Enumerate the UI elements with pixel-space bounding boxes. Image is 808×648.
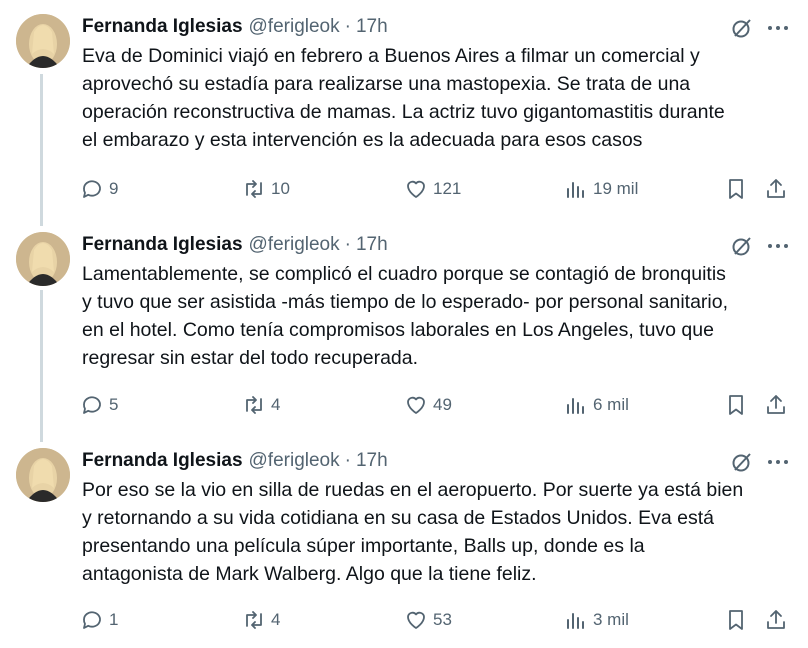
reply-count: 1 [109, 610, 119, 629]
share-button[interactable] [764, 605, 788, 635]
reply-icon [83, 396, 101, 414]
author-name[interactable]: Fernanda Iglesias [82, 450, 243, 472]
share-button[interactable] [764, 390, 788, 420]
repost-button[interactable]: 4 [242, 390, 280, 420]
views-button[interactable]: 3 mil [564, 605, 629, 635]
reply-count: 9 [109, 179, 119, 198]
reply-button[interactable]: 1 [80, 605, 118, 635]
repost-button[interactable]: 4 [242, 605, 280, 635]
reply-count: 5 [109, 395, 119, 414]
repost-icon [246, 396, 262, 414]
views-button[interactable]: 6 mil [564, 390, 629, 420]
like-count: 121 [433, 179, 462, 198]
more-icon[interactable] [764, 16, 792, 40]
reply-icon [83, 611, 101, 629]
share-button[interactable] [764, 174, 788, 204]
heart-icon [407, 396, 425, 414]
repost-button[interactable]: 10 [242, 174, 290, 204]
bookmark-button[interactable] [724, 605, 748, 635]
views-count: 3 mil [593, 610, 629, 629]
views-count: 19 mil [593, 179, 639, 198]
repost-icon [246, 611, 262, 629]
author-name[interactable]: Fernanda Iglesias [82, 16, 243, 38]
repost-count: 4 [271, 395, 281, 414]
author-handle[interactable]: @ferigleok [249, 234, 340, 256]
bookmark-button[interactable] [724, 174, 748, 204]
timestamp[interactable]: 17h [356, 234, 388, 256]
views-icon [567, 613, 584, 629]
like-button[interactable]: 49 [404, 390, 452, 420]
tweet-text: Lamentablemente, se complicó el cuadro p… [82, 263, 729, 369]
bookmark-button[interactable] [724, 390, 748, 420]
share-icon [767, 179, 785, 198]
repost-count: 10 [271, 179, 290, 198]
heart-icon [407, 180, 425, 198]
bookmark-icon [729, 610, 743, 630]
share-icon [767, 610, 785, 629]
timestamp[interactable]: 17h [356, 450, 388, 472]
reply-button[interactable]: 5 [80, 390, 118, 420]
avatar[interactable] [16, 448, 70, 502]
like-count: 49 [433, 395, 452, 414]
repost-icon [246, 180, 262, 198]
timestamp[interactable]: 17h [356, 16, 388, 38]
reply-icon [83, 180, 101, 198]
tweet-header: Fernanda Iglesias @ferigleok · 17h [82, 448, 388, 474]
tweet-actions: 9 10 121 19 mil [0, 174, 808, 204]
more-icon[interactable] [764, 234, 792, 258]
views-count: 6 mil [593, 395, 629, 414]
bookmark-icon [729, 179, 743, 199]
like-count: 53 [433, 610, 452, 629]
avatar-image [16, 14, 70, 68]
tweet-text: Eva de Dominici viajó en febrero a Bueno… [82, 45, 725, 151]
views-button[interactable]: 19 mil [564, 174, 638, 204]
separator: · [344, 450, 351, 471]
reply-button[interactable]: 9 [80, 174, 118, 204]
bookmark-icon [729, 395, 743, 415]
like-button[interactable]: 53 [404, 605, 452, 635]
separator: · [344, 234, 351, 255]
avatar[interactable] [16, 14, 70, 68]
tweet-text: Por eso se la vio en silla de ruedas en … [82, 479, 744, 585]
thread: Fernanda Iglesias @ferigleok · 17h Eva d… [0, 0, 808, 648]
like-button[interactable]: 121 [404, 174, 461, 204]
repost-count: 4 [271, 610, 281, 629]
separator: · [344, 16, 351, 37]
tweet-header: Fernanda Iglesias @ferigleok · 17h [82, 14, 388, 40]
author-handle[interactable]: @ferigleok [249, 16, 340, 38]
views-icon [567, 182, 584, 198]
grok-icon[interactable] [730, 234, 754, 258]
avatar-image [16, 448, 70, 502]
author-name[interactable]: Fernanda Iglesias [82, 234, 243, 256]
views-icon [567, 398, 584, 414]
more-icon[interactable] [764, 450, 792, 474]
share-icon [767, 395, 785, 414]
author-handle[interactable]: @ferigleok [249, 450, 340, 472]
tweet-header: Fernanda Iglesias @ferigleok · 17h [82, 232, 388, 258]
tweet-actions: 1 4 53 3 mil [0, 605, 808, 635]
heart-icon [407, 611, 425, 629]
avatar[interactable] [16, 232, 70, 286]
grok-icon[interactable] [730, 450, 754, 474]
grok-icon[interactable] [730, 16, 754, 40]
tweet-actions: 5 4 49 6 mil [0, 390, 808, 420]
avatar-image [16, 232, 70, 286]
